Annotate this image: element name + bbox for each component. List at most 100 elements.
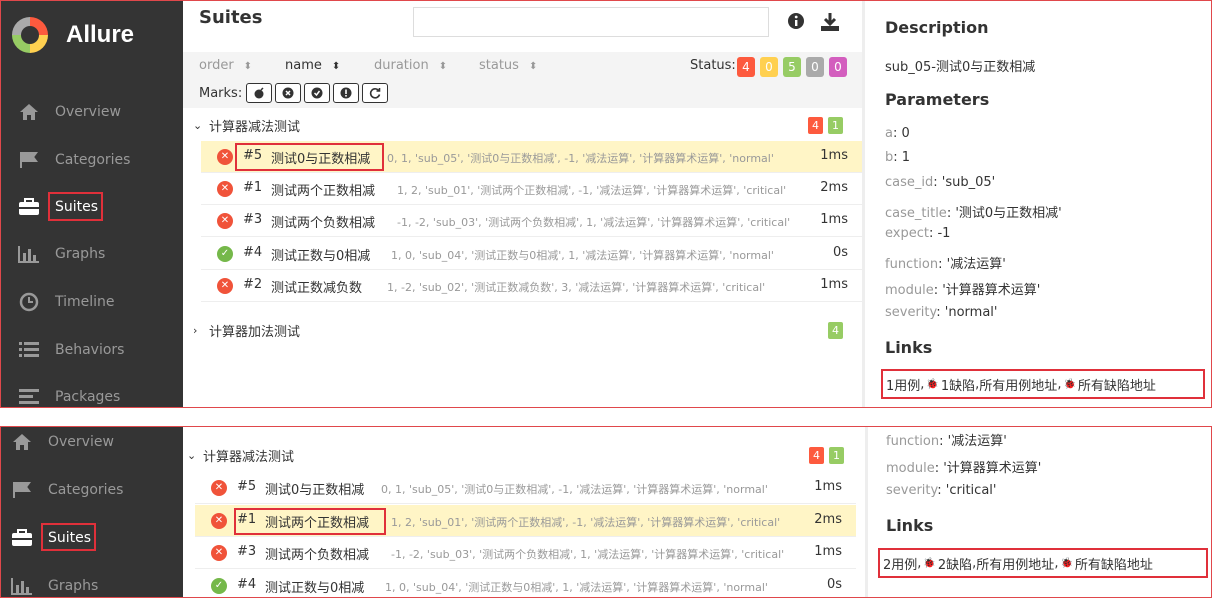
test-row[interactable]: ✕ #1 测试两个正数相减 1, 2, 'sub_01', '测试两个正数相减'… bbox=[201, 173, 862, 205]
param-function: function: '减法运算' bbox=[885, 257, 1006, 272]
link-separator: , bbox=[917, 555, 922, 571]
sidebar-item-overview[interactable]: Overview bbox=[0, 92, 183, 132]
tree-header: order ⬍ name ⬍ duration ⬍ status ⬍ Status: 4… bbox=[183, 52, 862, 108]
description-text: sub_05-测试0与正数相减 bbox=[885, 60, 1036, 75]
param-value: '减法运算' bbox=[946, 257, 1006, 272]
broken-status-icon: ✕ bbox=[217, 149, 233, 165]
broken-status-icon: ✕ bbox=[211, 513, 227, 529]
test-row[interactable]: ✓ #4 测试正数与0相减 1, 0, 'sub_04', '测试正数与0相减'… bbox=[195, 570, 856, 598]
info-icon[interactable] bbox=[787, 12, 807, 32]
test-row[interactable]: ✕ #3 测试两个负数相减 -1, -2, 'sub_03', '测试两个负数相… bbox=[195, 537, 856, 569]
new-failed-icon[interactable] bbox=[275, 83, 301, 103]
sidebar-item-graphs[interactable]: Graphs bbox=[0, 566, 183, 598]
suite-count-passed: 1 bbox=[828, 116, 843, 134]
marks-label: Marks: bbox=[199, 86, 243, 101]
link-issue[interactable]: 1缺陷 bbox=[941, 375, 975, 394]
suite-group-subtraction[interactable]: ⌄ 计算器减法测试 4 1 bbox=[183, 112, 862, 138]
test-row[interactable]: ✕ #5 测试0与正数相减 0, 1, 'sub_05', '测试0与正数相减'… bbox=[195, 472, 856, 504]
sort-order[interactable]: order ⬍ bbox=[199, 58, 252, 73]
test-params: 1, -2, 'sub_02', '测试正数减负数', 3, '减法运算', '… bbox=[387, 281, 766, 294]
sidebar-item-label: Behaviors bbox=[55, 342, 125, 358]
new-broken-icon[interactable] bbox=[333, 83, 359, 103]
link-separator: , bbox=[1054, 555, 1059, 571]
param-a: a: 0 bbox=[885, 126, 910, 141]
flaky-icon[interactable] bbox=[246, 83, 272, 103]
test-row[interactable]: ✕ #3 测试两个负数相减 -1, -2, 'sub_03', '测试两个负数相… bbox=[201, 205, 862, 237]
status-filter-unknown[interactable]: 0 bbox=[829, 57, 847, 77]
sidebar-item-graphs[interactable]: Graphs bbox=[0, 234, 183, 274]
param-value: '计算器算术运算' bbox=[943, 461, 1042, 476]
allure-report-screenshot-2: Overview Categories Suites Graphs ⌄ 计算器减… bbox=[0, 426, 1212, 598]
param-value: 'critical' bbox=[945, 483, 997, 498]
test-order: #3 bbox=[237, 544, 257, 559]
param-key: module bbox=[886, 461, 935, 476]
test-row[interactable]: ✕ #2 测试正数减负数 1, -2, 'sub_02', '测试正数减负数',… bbox=[201, 270, 862, 302]
sidebar-item-packages[interactable]: Packages bbox=[0, 377, 183, 408]
test-name: 测试两个正数相减 bbox=[271, 184, 376, 199]
link-all-cases[interactable]: 所有用例地址 bbox=[976, 554, 1054, 573]
status-filter-passed[interactable]: 5 bbox=[783, 57, 801, 77]
test-params: 1, 0, 'sub_04', '测试正数与0相减', 1, '减法运算', '… bbox=[385, 581, 768, 594]
test-params: 0, 1, 'sub_05', '测试0与正数相减', -1, '减法运算', … bbox=[381, 483, 768, 496]
status-filter-failed[interactable]: 4 bbox=[737, 57, 755, 77]
list-icon bbox=[18, 339, 40, 361]
briefcase-icon bbox=[11, 527, 33, 549]
sidebar-item-overview[interactable]: Overview bbox=[0, 426, 183, 462]
test-highlight-box bbox=[234, 508, 386, 535]
param-severity: severity: 'critical' bbox=[886, 483, 997, 498]
param-case-id: case_id: 'sub_05' bbox=[885, 175, 996, 190]
test-order: #4 bbox=[243, 245, 263, 260]
link-all-cases[interactable]: 所有用例地址 bbox=[979, 375, 1057, 394]
param-key: a bbox=[885, 126, 893, 141]
link-tms[interactable]: 2用例 bbox=[883, 554, 917, 573]
link-all-bugs[interactable]: 所有缺陷地址 bbox=[1075, 554, 1153, 573]
sidebar: Overview Categories Suites Graphs bbox=[0, 426, 183, 598]
suites-highlight-box bbox=[41, 523, 96, 551]
chevron-right-icon: › bbox=[193, 323, 198, 337]
broken-status-icon: ✕ bbox=[211, 545, 227, 561]
align-left-icon bbox=[18, 386, 40, 408]
suite-count-passed: 1 bbox=[829, 446, 844, 464]
sidebar-item-label: Overview bbox=[55, 104, 121, 120]
link-all-bugs[interactable]: 所有缺陷地址 bbox=[1078, 375, 1156, 394]
sort-status[interactable]: status ⬍ bbox=[479, 58, 537, 73]
status-filter-skipped[interactable]: 0 bbox=[806, 57, 824, 77]
test-params: 1, 0, 'sub_04', '测试正数与0相减', 1, '减法运算', '… bbox=[391, 249, 774, 262]
param-value: 'normal' bbox=[944, 305, 998, 320]
brand[interactable]: Allure bbox=[12, 16, 134, 54]
test-detail-pane: Description sub_05-测试0与正数相减 Parameters a… bbox=[865, 0, 1212, 408]
sidebar-item-categories[interactable]: Categories bbox=[0, 140, 183, 180]
suite-group-subtraction[interactable]: ⌄ 计算器减法测试 4 1 bbox=[177, 442, 856, 468]
test-duration: 1ms bbox=[820, 277, 848, 292]
test-name: 测试两个负数相减 bbox=[265, 548, 370, 563]
sidebar-item-label: Overview bbox=[48, 434, 114, 450]
download-icon[interactable] bbox=[820, 12, 840, 32]
links-heading: Links bbox=[886, 516, 934, 535]
sidebar-item-categories[interactable]: Categories bbox=[0, 470, 183, 510]
sidebar-item-label: Graphs bbox=[55, 246, 106, 262]
sidebar-item-timeline[interactable]: Timeline bbox=[0, 282, 183, 322]
suite-group-addition[interactable]: › 计算器加法测试 4 bbox=[183, 317, 862, 343]
test-duration: 1ms bbox=[814, 479, 842, 494]
test-params: -1, -2, 'sub_03', '测试两个负数相减', 1, '减法运算',… bbox=[397, 216, 791, 229]
param-case-title: case_title: '测试0与正数相减' bbox=[885, 206, 1062, 221]
param-b: b: 1 bbox=[885, 150, 911, 165]
test-duration: 1ms bbox=[820, 212, 848, 227]
search-input[interactable] bbox=[413, 7, 769, 37]
link-tms[interactable]: 1用例 bbox=[886, 375, 920, 394]
sidebar-item-label: Packages bbox=[55, 389, 121, 405]
broken-status-icon: ✕ bbox=[217, 278, 233, 294]
retries-icon[interactable] bbox=[362, 83, 388, 103]
test-order: #3 bbox=[243, 212, 263, 227]
status-filter-broken[interactable]: 0 bbox=[760, 57, 778, 77]
sort-name[interactable]: name ⬍ bbox=[285, 58, 340, 73]
bug-icon: 🐞 bbox=[1060, 557, 1073, 569]
link-issue[interactable]: 2缺陷 bbox=[938, 554, 972, 573]
sidebar-item-behaviors[interactable]: Behaviors bbox=[0, 330, 183, 370]
new-passed-icon[interactable] bbox=[304, 83, 330, 103]
sort-icon: ⬍ bbox=[243, 61, 253, 72]
param-value: -1 bbox=[937, 226, 951, 241]
sort-duration[interactable]: duration ⬍ bbox=[374, 58, 447, 73]
test-row[interactable]: ✓ #4 测试正数与0相减 1, 0, 'sub_04', '测试正数与0相减'… bbox=[201, 238, 862, 270]
test-name: 测试0与正数相减 bbox=[265, 483, 365, 498]
